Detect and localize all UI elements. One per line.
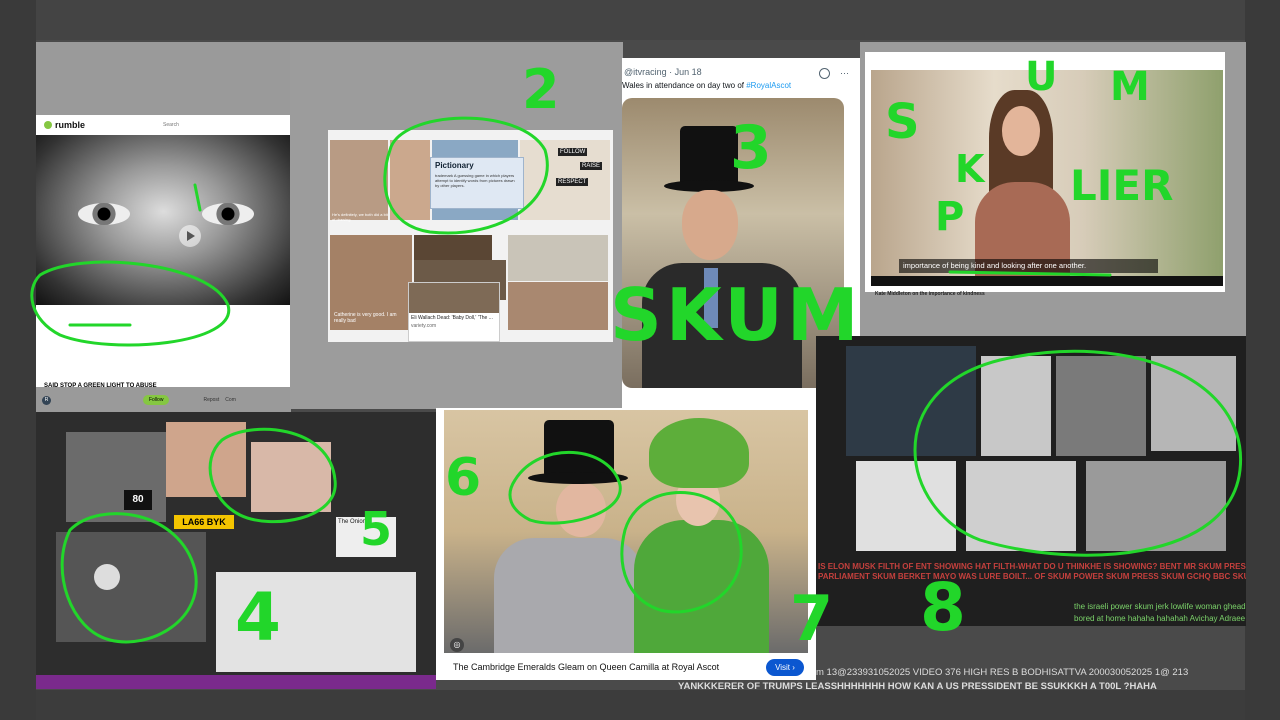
follow-button[interactable]: Follow bbox=[143, 395, 170, 405]
royal-ascot-panel: ◎ The Cambridge Emeralds Gleam on Queen … bbox=[436, 408, 816, 680]
rumble-header: rumble Search bbox=[36, 115, 291, 135]
man-face bbox=[556, 482, 606, 537]
tweet-text-body: Wales in attendance on day two of bbox=[622, 81, 747, 90]
rumble-video-player[interactable] bbox=[36, 135, 291, 305]
thumbnail-couple-2[interactable] bbox=[390, 140, 430, 220]
pictionary-card-title: Pictionary bbox=[435, 161, 474, 170]
collage-face-tile-2 bbox=[251, 442, 331, 512]
kate-video-panel: importance of being kind and looking aft… bbox=[860, 42, 1246, 338]
collage-doc-tile bbox=[216, 572, 416, 672]
rumble-logo-text: rumble bbox=[55, 120, 86, 130]
visit-button[interactable]: Visit › bbox=[766, 659, 804, 676]
variety-result[interactable]: Eli Wallach Dead: 'Baby Doll,' 'The ... … bbox=[408, 282, 500, 342]
video-meta-bar: R Follow Repost Com bbox=[36, 392, 291, 408]
video-subtitle: importance of being kind and looking aft… bbox=[899, 259, 1158, 273]
right-eye-image bbox=[202, 203, 254, 225]
ascot-caption[interactable]: The Cambridge Emeralds Gleam on Queen Ca… bbox=[453, 662, 719, 672]
video-title: SAID STOP A GREEN LIGHT TO ABUSE bbox=[44, 383, 157, 389]
red-text-line-1: IS ELON MUSK FILTH OF ENT SHOWING HAT FI… bbox=[818, 562, 1246, 571]
play-icon[interactable] bbox=[179, 225, 201, 247]
pictionary-definition-card[interactable]: Pictionary trademark A guessing game in … bbox=[430, 157, 524, 209]
annotated-collage-panel: 80 LA66 BYK The Onion bbox=[36, 412, 436, 687]
tweet-hashtag-link[interactable]: #RoyalAscot bbox=[746, 81, 791, 90]
rumble-panel: rumble Search SAID STOP A GREEN LIGHT TO… bbox=[36, 42, 291, 412]
thumbnail-couple-1[interactable] bbox=[330, 140, 388, 220]
top-hat-brim bbox=[528, 472, 628, 484]
right-dark-margin bbox=[1245, 0, 1280, 720]
dark-tile-4 bbox=[1151, 356, 1236, 451]
video-controls[interactable] bbox=[871, 276, 1223, 286]
rumble-screenshot: rumble Search SAID STOP A GREEN LIGHT TO… bbox=[36, 115, 291, 405]
dark-collage-panel: IS ELON MUSK FILTH OF ENT SHOWING HAT FI… bbox=[816, 336, 1246, 626]
visit-label: Visit bbox=[775, 663, 791, 672]
top-bar bbox=[36, 0, 1245, 40]
variety-thumbnail bbox=[409, 283, 499, 313]
play-icon[interactable] bbox=[94, 564, 120, 590]
variety-source: variety.com bbox=[411, 323, 437, 329]
tweet-handle[interactable]: @itvracing · Jun 18 bbox=[624, 67, 702, 77]
left-dark-margin bbox=[0, 0, 36, 720]
dark-tile-2 bbox=[981, 356, 1051, 456]
thumb-caption-1: He's definitely, we both did a bit of dr… bbox=[332, 212, 388, 222]
channel-avatar[interactable]: R bbox=[42, 395, 51, 405]
tie bbox=[704, 268, 718, 328]
green-text-line-1: the israeli power skum jerk lowlife woma… bbox=[1074, 602, 1246, 611]
left-eye-image bbox=[78, 203, 130, 225]
rumble-logo-icon bbox=[44, 121, 52, 129]
dark-tile-5 bbox=[856, 461, 956, 551]
dark-tile-6 bbox=[966, 461, 1076, 551]
dark-tile-7 bbox=[1086, 461, 1226, 551]
rumble-logo[interactable]: rumble bbox=[44, 120, 85, 130]
green-hat bbox=[649, 418, 749, 488]
video-screenshot: importance of being kind and looking aft… bbox=[865, 52, 1225, 297]
bottom-strip bbox=[36, 690, 1245, 720]
thumbnail-group[interactable] bbox=[508, 235, 608, 281]
man-face bbox=[682, 190, 738, 260]
dark-tile-1 bbox=[846, 346, 976, 456]
red-text-line-2: PARLIAMENT SKUM BERKET MAYO WAS LURE BOI… bbox=[818, 572, 1246, 581]
license-plate: LA66 BYK bbox=[174, 515, 234, 529]
variety-title: Eli Wallach Dead: 'Baby Doll,' 'The ... bbox=[411, 315, 493, 321]
news-card-title: The Onion bbox=[338, 519, 367, 525]
dark-tile-3 bbox=[1056, 356, 1146, 456]
green-coat bbox=[634, 520, 769, 653]
tweet-text: Wales in attendance on day two of #Royal… bbox=[622, 81, 791, 90]
video-caption: Kate Middleton on the importance of kind… bbox=[875, 291, 985, 297]
morning-coat bbox=[642, 263, 802, 388]
ticker-line-1: m 13@233931052025 VIDEO 376 HIGH RES B B… bbox=[816, 667, 1189, 678]
thumbnail-couple-4[interactable] bbox=[508, 282, 608, 330]
green-text-line-2: bored at home hahaha hahahah Avichay Adr… bbox=[1074, 614, 1246, 623]
pictionary-card-desc: trademark A guessing game in which playe… bbox=[435, 173, 515, 188]
grey-morning-coat bbox=[494, 538, 644, 653]
comment-button[interactable]: Com bbox=[225, 397, 236, 403]
rumble-search-input[interactable]: Search bbox=[163, 122, 179, 128]
woman-face bbox=[1002, 106, 1040, 156]
collage-face-tile bbox=[166, 422, 246, 497]
top-hat bbox=[544, 420, 614, 478]
collage-video-tile[interactable] bbox=[56, 532, 206, 642]
grok-icon[interactable] bbox=[819, 68, 830, 79]
repost-button[interactable]: Repost bbox=[203, 397, 219, 403]
thumbnail-signs[interactable]: FOLLOW RAISE RESPECT bbox=[520, 140, 610, 220]
more-icon[interactable]: ⋯ bbox=[840, 68, 849, 79]
news-card[interactable]: The Onion bbox=[336, 517, 396, 557]
sign-follow: FOLLOW bbox=[558, 148, 588, 156]
purple-strip bbox=[36, 675, 436, 689]
tweet-photo[interactable] bbox=[622, 98, 844, 388]
sign-raise: RAISE bbox=[580, 162, 603, 170]
lens-icon[interactable]: ◎ bbox=[450, 638, 464, 652]
royal-ascot-photo[interactable]: ◎ bbox=[444, 410, 808, 653]
kate-video-player[interactable]: importance of being kind and looking aft… bbox=[871, 70, 1223, 284]
sign-respect: RESPECT bbox=[556, 178, 589, 186]
ticker-line-2: YANKKKERER OF TRUMPS LEASSHHHHHHH HOW KA… bbox=[678, 681, 1157, 692]
top-hat bbox=[680, 126, 738, 184]
thumb-caption-2: Catherine is very good. I am really bad bbox=[334, 312, 397, 324]
badge-80: 80 bbox=[124, 490, 152, 510]
pictionary-panel: FOLLOW RAISE RESPECT He's definitely, we… bbox=[290, 42, 623, 409]
